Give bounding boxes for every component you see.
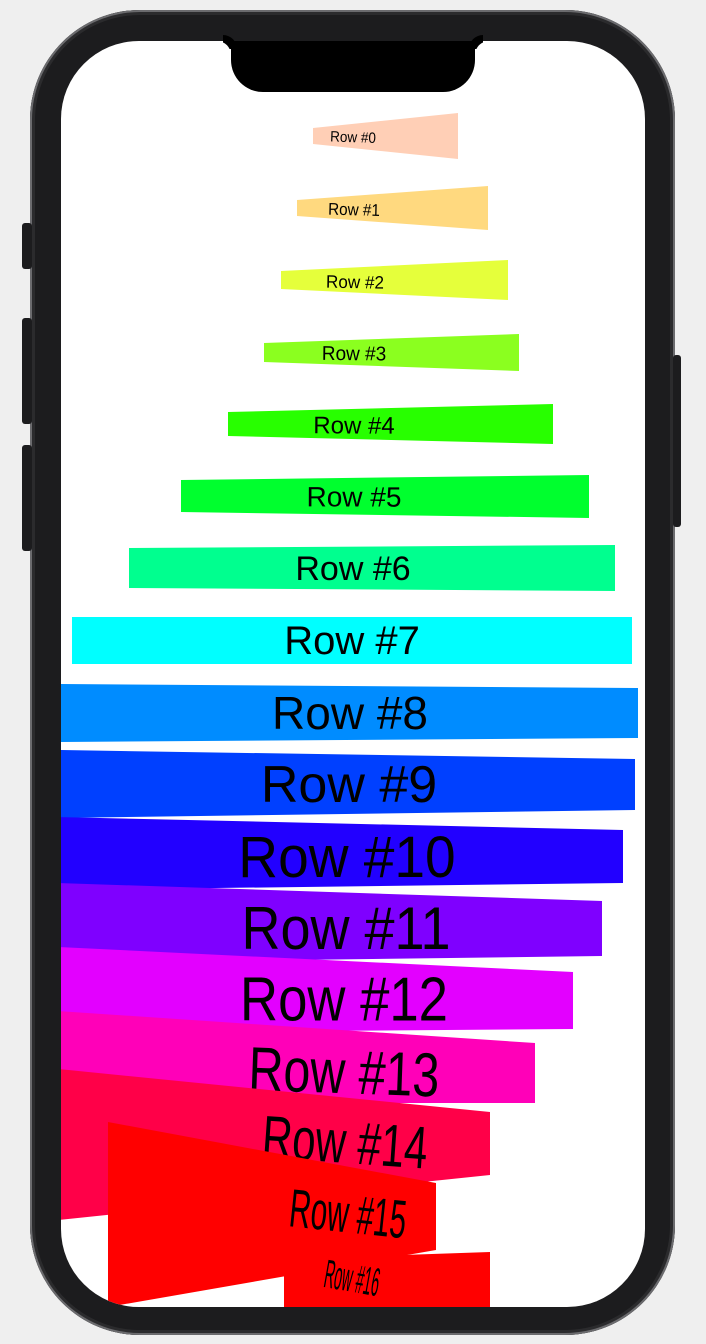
volume-down-button: [22, 445, 32, 551]
row-label: Row #2: [326, 271, 384, 293]
row-label: Row #15: [287, 1179, 410, 1250]
rows-list[interactable]: Row #0 Row #1 Row #2 Row #3 Row #4 Row #5 Row …: [61, 41, 645, 1307]
list-row-7[interactable]: Row #7: [72, 617, 632, 664]
app-screen[interactable]: Row #0 Row #1 Row #2 Row #3 Row #4 Row #5 Row …: [61, 41, 645, 1307]
list-row-0[interactable]: Row #0: [313, 113, 458, 159]
volume-up-button: [22, 318, 32, 424]
mute-switch: [22, 223, 32, 269]
list-row-6[interactable]: Row #6: [129, 545, 615, 591]
row-label: Row #12: [240, 966, 448, 1035]
row-background: [264, 334, 519, 371]
list-row-1[interactable]: Row #1: [297, 186, 488, 230]
list-row-10[interactable]: Row #10: [61, 817, 623, 890]
list-row-8[interactable]: Row #8: [61, 684, 638, 742]
row-label: Row #16: [321, 1253, 383, 1306]
row-label: Row #1: [328, 200, 380, 220]
list-row-3[interactable]: Row #3: [264, 334, 519, 371]
row-background: [281, 260, 508, 300]
row-label: Row #0: [330, 129, 376, 147]
row-label: Row #5: [306, 481, 401, 512]
list-row-2[interactable]: Row #2: [281, 260, 508, 300]
row-label: Row #10: [238, 825, 455, 890]
row-label: Row #3: [322, 342, 387, 365]
list-row-5[interactable]: Row #5: [181, 475, 589, 518]
row-label: Row #9: [261, 756, 437, 814]
list-row-4[interactable]: Row #4: [228, 404, 553, 444]
notch: [231, 41, 475, 92]
power-button: [673, 355, 681, 527]
list-row-11[interactable]: Row #11: [61, 883, 602, 963]
row-label: Row #6: [295, 550, 410, 588]
row-label: Row #7: [284, 619, 420, 663]
row-label: Row #4: [313, 412, 395, 439]
list-row-9[interactable]: Row #9: [61, 750, 635, 818]
row-label: Row #8: [272, 687, 428, 739]
row-label: Row #11: [241, 895, 450, 962]
row-background: [297, 186, 488, 230]
